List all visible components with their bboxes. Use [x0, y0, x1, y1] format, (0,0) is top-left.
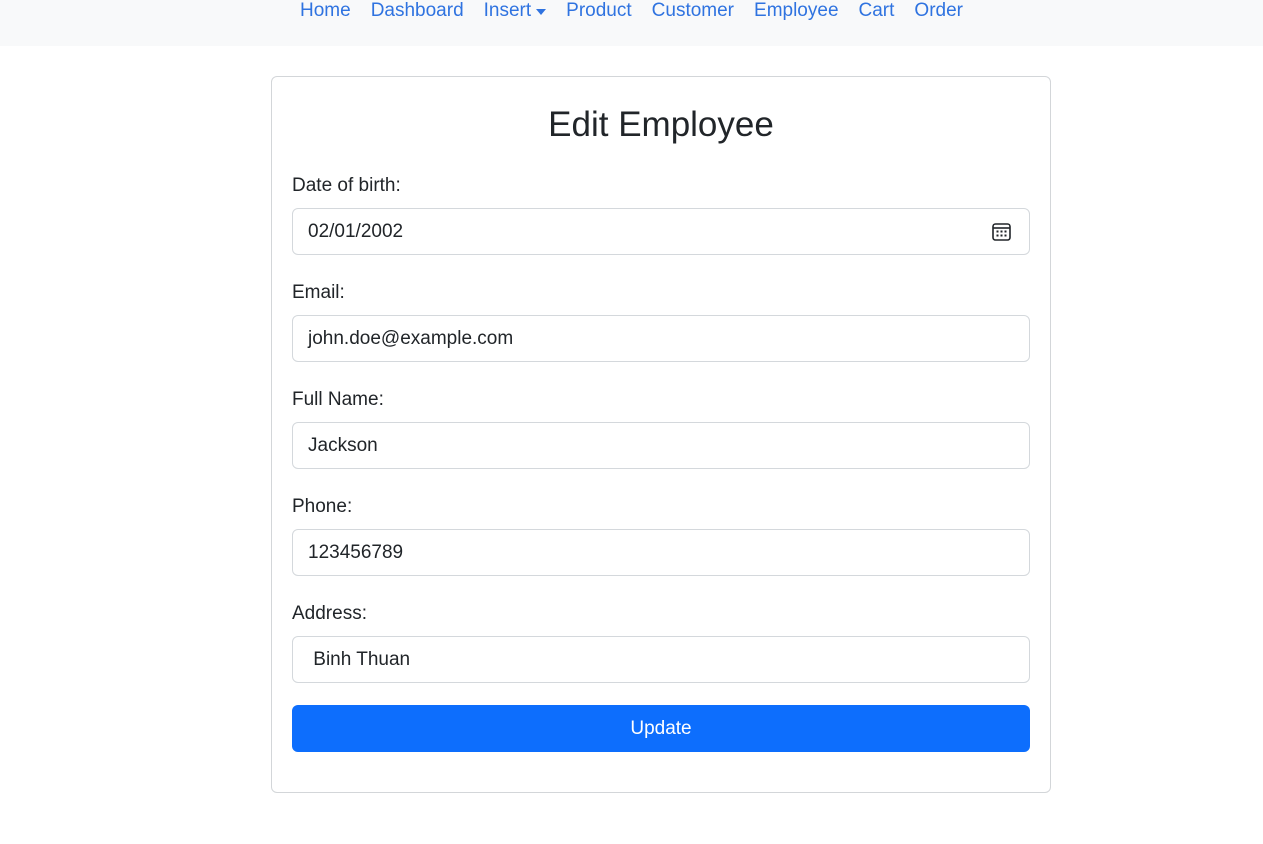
phone-field[interactable]: 123456789 [292, 529, 1030, 576]
email-field[interactable]: john.doe@example.com [292, 315, 1030, 362]
email-value: john.doe@example.com [308, 327, 514, 349]
calendar-icon[interactable] [992, 222, 1011, 241]
dob-label: Date of birth: [292, 175, 401, 196]
top-navbar: Home Dashboard Insert Product Customer E… [0, 0, 1263, 46]
nav-link-label: Order [914, 0, 963, 21]
nav-dropdown-insert[interactable]: Insert [474, 0, 557, 22]
email-label: Email: [292, 282, 345, 303]
phone-label: Phone: [292, 496, 353, 517]
address-label: Address: [292, 603, 367, 624]
nav-link-label: Employee [754, 0, 839, 21]
dob-value: 02/01/2002 [308, 220, 404, 242]
nav-link-employee[interactable]: Employee [744, 0, 849, 22]
edit-employee-card: Edit Employee Date of birth: 02/01/2002 … [271, 76, 1051, 793]
nav-link-label: Home [300, 0, 351, 21]
nav-link-label: Insert [483, 0, 532, 21]
dob-group: Date of birth: 02/01/2002 [292, 175, 1030, 255]
dob-input[interactable]: 02/01/2002 [292, 208, 1030, 255]
phone-value: 123456789 [308, 541, 404, 563]
address-value: Binh Thuan [308, 648, 411, 670]
update-button[interactable]: Update [292, 705, 1030, 752]
fullname-label: Full Name: [292, 389, 384, 410]
nav-link-order[interactable]: Order [904, 0, 973, 22]
nav-link-label: Dashboard [370, 0, 464, 21]
address-group: Address: Binh Thuan [292, 603, 1030, 683]
fullname-group: Full Name: Jackson [292, 389, 1030, 469]
nav-link-customer[interactable]: Customer [642, 0, 744, 22]
email-group: Email: john.doe@example.com [292, 282, 1030, 362]
fullname-value: Jackson [308, 434, 378, 456]
nav-list: Home Dashboard Insert Product Customer E… [0, 0, 1263, 46]
nav-link-home[interactable]: Home [290, 0, 361, 22]
phone-group: Phone: 123456789 [292, 496, 1030, 576]
address-field[interactable]: Binh Thuan [292, 636, 1030, 683]
fullname-field[interactable]: Jackson [292, 422, 1030, 469]
caret-down-icon [536, 9, 547, 15]
nav-link-cart[interactable]: Cart [849, 0, 905, 22]
nav-link-label: Cart [858, 0, 895, 21]
page-title: Edit Employee [548, 105, 774, 144]
update-button-label: Update [630, 717, 692, 739]
nav-link-label: Customer [651, 0, 735, 21]
nav-link-label: Product [566, 0, 632, 21]
nav-link-dashboard[interactable]: Dashboard [361, 0, 474, 22]
nav-link-product[interactable]: Product [556, 0, 641, 22]
